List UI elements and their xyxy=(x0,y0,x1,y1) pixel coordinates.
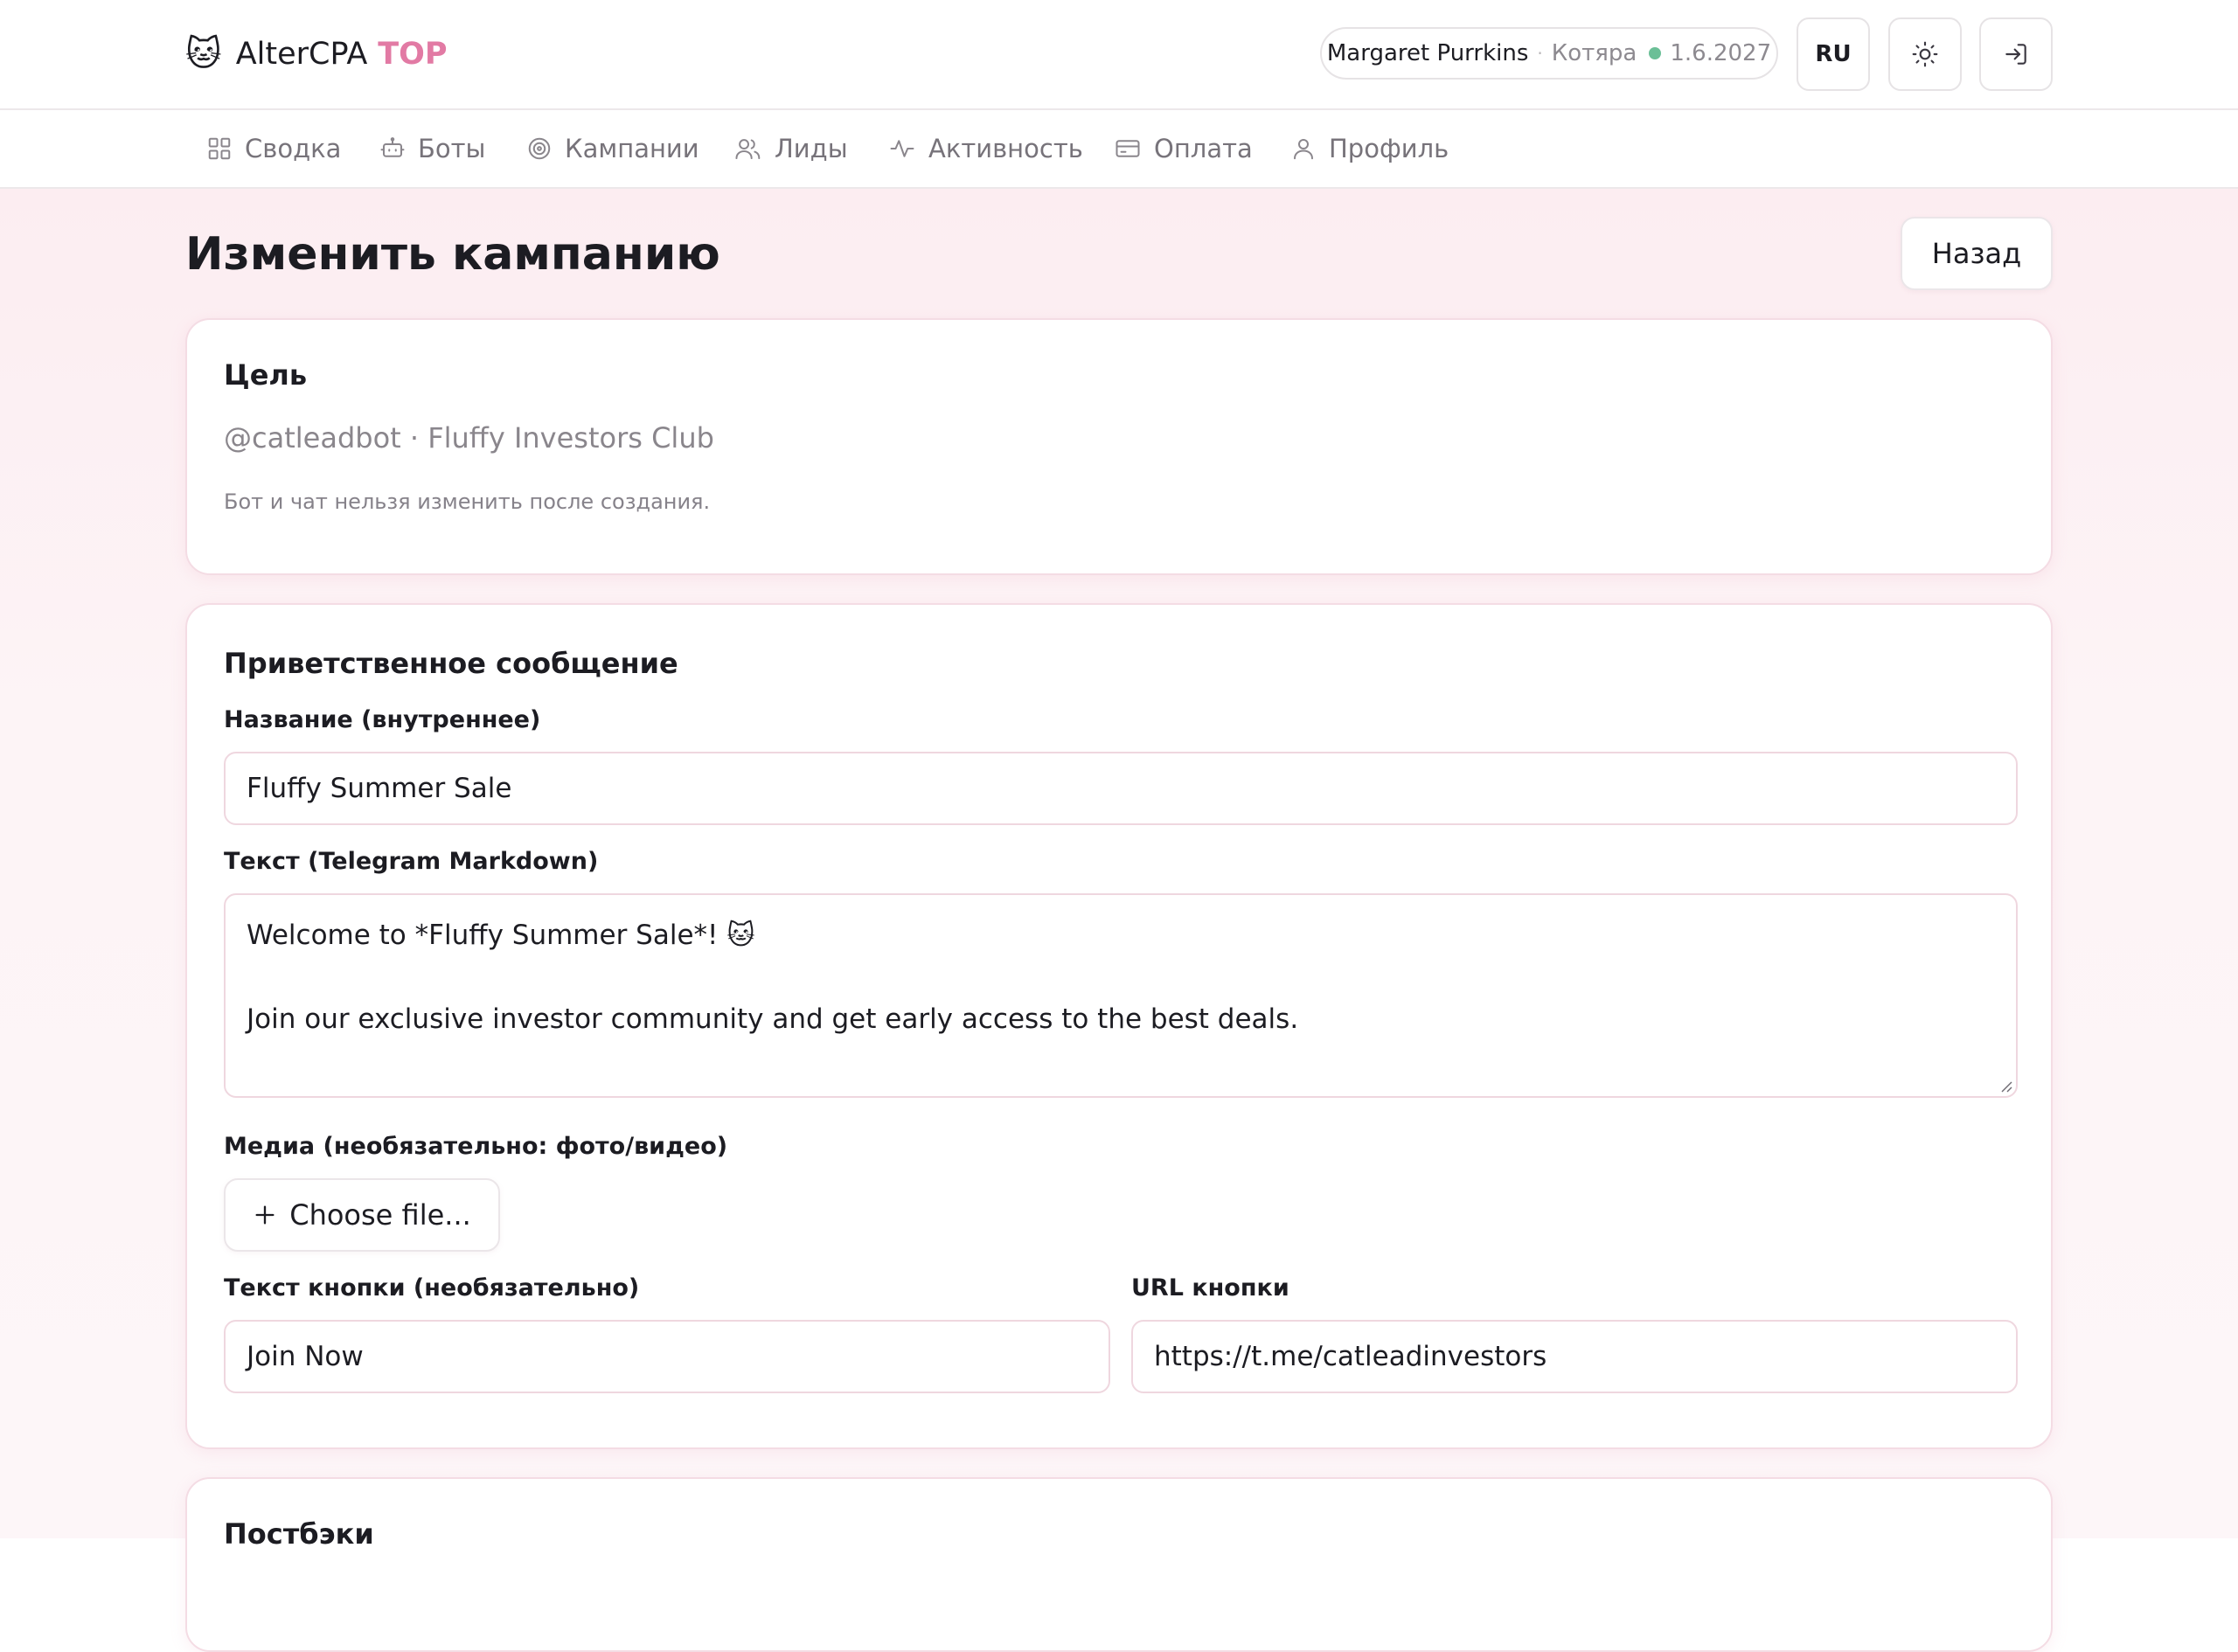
campaign-name-input[interactable]: Fluffy Summer Sale xyxy=(224,752,2018,825)
message-text-area[interactable]: Welcome to *Fluffy Summer Sale*! 🐱 Join … xyxy=(224,893,2018,1098)
page-title: Изменить кампанию xyxy=(185,228,720,281)
welcome-message-card: Приветственное сообщение Название (внутр… xyxy=(185,603,2053,1449)
nav-item-leads[interactable]: Лиды xyxy=(734,110,848,187)
button-text-label: Текст кнопки (необязательно) xyxy=(224,1274,640,1301)
nav-item-campaigns[interactable]: Кампании xyxy=(526,110,699,187)
separator: · xyxy=(1537,43,1543,64)
back-button[interactable]: Назад xyxy=(1901,217,2053,290)
message-text-line xyxy=(247,956,1995,998)
nav-item-dashboard[interactable]: Сводка xyxy=(206,110,341,187)
postbacks-card-title: Постбэки xyxy=(224,1517,374,1551)
nav-label: Боты xyxy=(418,134,486,163)
cat-logo-icon: 🐱 xyxy=(185,34,222,74)
nav-label: Кампании xyxy=(565,134,699,163)
language-button[interactable]: RU xyxy=(1797,17,1870,91)
bot-icon xyxy=(380,137,405,157)
target-value: @catleadbot · Fluffy Investors Club xyxy=(224,421,714,455)
postbacks-card: Постбэки xyxy=(185,1477,2053,1652)
nav-label: Активность xyxy=(928,134,1083,163)
user-name: Margaret Purrkins xyxy=(1326,40,1529,66)
resize-handle-icon[interactable] xyxy=(1998,1079,2012,1093)
nav-item-payment[interactable]: Оплата xyxy=(1114,110,1253,187)
top-bar: 🐱 AlterCPA TOP Margaret Purrkins · Котяр… xyxy=(0,0,2238,110)
welcome-card-title: Приветственное сообщение xyxy=(224,647,678,680)
target-card-title: Цель xyxy=(224,358,308,392)
theme-toggle-button[interactable] xyxy=(1888,17,1962,91)
users-icon xyxy=(735,139,761,160)
status-dot-icon xyxy=(1649,47,1662,59)
dashboard-grid-icon xyxy=(208,137,231,160)
button-url-input[interactable]: https://t.me/catleadinvestors xyxy=(1131,1320,2018,1393)
target-card: Цель @catleadbot · Fluffy Investors Club… xyxy=(185,318,2053,575)
nav-item-profile[interactable]: Профиль xyxy=(1290,110,1449,187)
logout-button[interactable] xyxy=(1979,17,2053,91)
brand[interactable]: 🐱 AlterCPA TOP xyxy=(185,31,448,77)
target-hint: Бот и чат нельзя изменить после создания… xyxy=(224,489,711,514)
user-pill[interactable]: Margaret Purrkins · Котяра 1.6.2027 xyxy=(1320,27,1778,80)
target-icon xyxy=(528,137,551,160)
sun-icon xyxy=(1912,41,1938,67)
nav-label: Сводка xyxy=(245,134,342,163)
button-text-input[interactable]: Join Now xyxy=(224,1320,1110,1393)
nav-label: Оплата xyxy=(1154,134,1253,163)
main-nav: Сводка Боты Кампании Лиды Активность Опл… xyxy=(0,110,2238,189)
credit-card-icon xyxy=(1116,140,1140,157)
nav-item-bots[interactable]: Боты xyxy=(379,110,485,187)
nav-label: Лиды xyxy=(775,134,848,163)
user-role: Котяра xyxy=(1551,40,1637,66)
campaign-name-value: Fluffy Summer Sale xyxy=(247,773,512,804)
choose-file-button[interactable]: Choose file... xyxy=(224,1178,500,1252)
user-icon xyxy=(1294,139,1313,160)
text-field-label: Текст (Telegram Markdown) xyxy=(224,848,599,875)
logout-icon xyxy=(2005,44,2026,65)
name-field-label: Название (внутреннее) xyxy=(224,706,541,733)
button-text-value: Join Now xyxy=(247,1341,364,1372)
brand-name: AlterCPA xyxy=(235,37,368,72)
button-url-label: URL кнопки xyxy=(1131,1274,1289,1301)
message-text-line: Join our exclusive investor community an… xyxy=(247,1003,1299,1035)
brand-accent: TOP xyxy=(378,37,448,72)
choose-file-label: Choose file... xyxy=(289,1198,471,1232)
message-text-line: Welcome to *Fluffy Summer Sale*! 🐱 xyxy=(247,920,755,951)
nav-item-activity[interactable]: Активность xyxy=(888,110,1083,187)
button-url-value: https://t.me/catleadinvestors xyxy=(1154,1341,1547,1372)
user-date: 1.6.2027 xyxy=(1670,40,1772,66)
activity-icon xyxy=(890,140,914,157)
nav-label: Профиль xyxy=(1329,134,1449,163)
plus-icon xyxy=(255,1205,275,1225)
media-field-label: Медиа (необязательно: фото/видео) xyxy=(224,1133,728,1160)
